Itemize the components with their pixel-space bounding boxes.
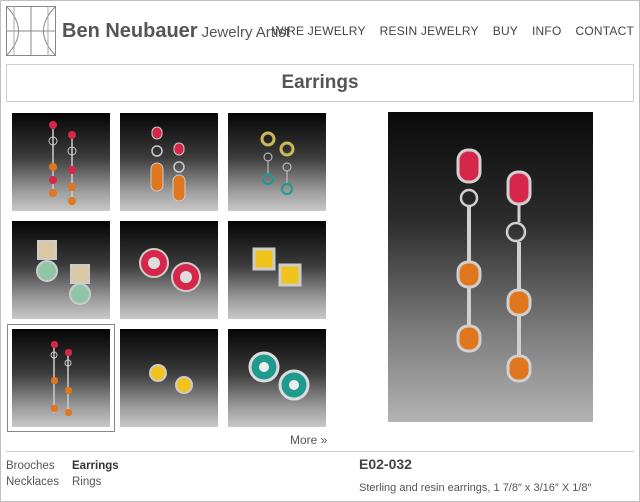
page-title: Earrings	[281, 72, 359, 93]
thumbnail-teal-circle-studs-icon[interactable]	[228, 329, 326, 427]
category-rings[interactable]: Rings	[72, 474, 138, 490]
site-header: Ben Neubauer Jewelry Artist WIRE JEWELRY …	[5, 5, 634, 58]
footer-divider	[6, 451, 634, 452]
featured-earrings-image[interactable]	[388, 112, 593, 422]
thumbnail-orange-tube-earrings-icon[interactable]	[120, 113, 218, 211]
page-title-bar: Earrings	[6, 64, 634, 102]
thumbnail-long-drop-earrings-icon[interactable]	[7, 324, 115, 432]
nav-buy[interactable]: BUY	[493, 24, 518, 38]
more-link[interactable]: More »	[290, 433, 327, 447]
main-nav: WIRE JEWELRY RESIN JEWELRY BUY INFO CONT…	[272, 24, 634, 38]
item-code: E02-032	[359, 456, 412, 472]
item-description: Sterling and resin earrings, 1 7/8″ x 3/…	[359, 482, 592, 494]
category-brooches[interactable]: Brooches	[6, 458, 72, 474]
thumbnail-drop-earrings-red-orange-icon[interactable]	[12, 113, 110, 211]
thumbnail-yellow-square-studs-icon[interactable]	[228, 221, 326, 319]
nav-resin-jewelry[interactable]: RESIN JEWELRY	[380, 24, 479, 38]
category-necklaces[interactable]: Necklaces	[6, 474, 72, 490]
category-earrings[interactable]: Earrings	[72, 458, 138, 474]
thumbnail-red-circle-studs-icon[interactable]	[120, 221, 218, 319]
nav-info[interactable]: INFO	[532, 24, 561, 38]
thumbnail-square-circle-earrings-icon[interactable]	[12, 221, 110, 319]
brand-title[interactable]: Ben Neubauer Jewelry Artist	[62, 20, 290, 43]
nav-contact[interactable]: CONTACT	[575, 24, 634, 38]
thumbnail-green-ring-drop-earrings-icon[interactable]	[228, 113, 326, 211]
thumbnail-yellow-circle-studs-icon[interactable]	[120, 329, 218, 427]
nav-wire-jewelry[interactable]: WIRE JEWELRY	[272, 24, 366, 38]
category-links: Brooches Earrings Necklaces Rings	[6, 458, 138, 490]
logo-icon[interactable]	[5, 5, 57, 57]
brand-name: Ben Neubauer	[62, 20, 198, 42]
